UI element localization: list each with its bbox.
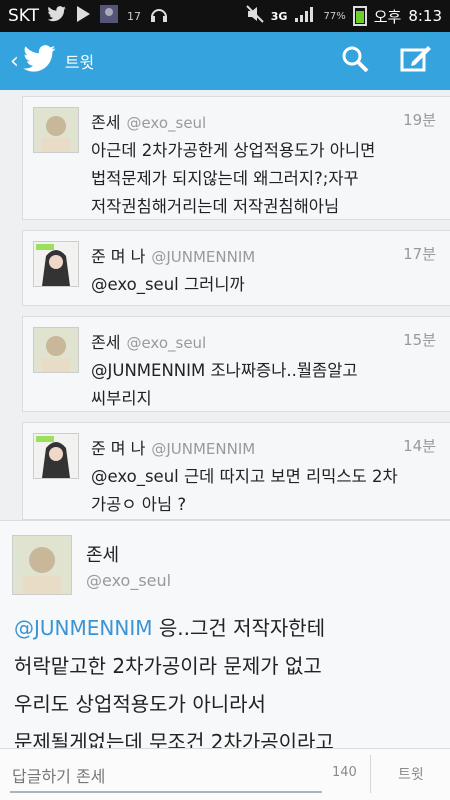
- battery-percent: 77%: [323, 10, 346, 22]
- page-title: 트윗: [64, 53, 95, 72]
- avatar[interactable]: [33, 241, 79, 287]
- character-count: 140: [332, 765, 357, 780]
- tweet-line: @JUNMENNIM 조나짜증나..뭘좀알고: [91, 361, 358, 380]
- tweet-line: 저작권침해거리는데 저작권침해아님: [91, 197, 340, 216]
- network-label: 3G: [270, 9, 288, 23]
- tweet-line: @exo_seul 그러니까: [91, 275, 245, 294]
- avatar[interactable]: [33, 327, 79, 373]
- tweet-line: 허락맡고한 2차가공이라 문제가 없고: [14, 654, 322, 678]
- tweet-author: 준 며 나 @JUNMENNIM: [91, 435, 255, 459]
- tweet-row[interactable]: 존세 @exo_seul 19분 아근데 2차가공한게 상업적용도가 아니면 법적…: [22, 96, 450, 220]
- author-handle: @JUNMENNIM: [151, 248, 256, 266]
- back-chevron-icon[interactable]: ‹: [10, 49, 19, 74]
- avatar[interactable]: [12, 535, 72, 595]
- reply-bar: 답글하기 존세 140 트윗: [0, 748, 450, 800]
- tweet-line: @exo_seul 근데 따지고 보면 리믹스도 2차: [91, 467, 398, 486]
- tweet-time: 14분: [403, 437, 436, 455]
- author-name[interactable]: 존세: [86, 541, 119, 567]
- divider: [370, 755, 371, 793]
- play-icon: [75, 5, 91, 27]
- author-name: 존세: [91, 333, 121, 352]
- battery-icon: [352, 6, 367, 26]
- tweet-send-button[interactable]: 트윗: [398, 764, 424, 784]
- avatar[interactable]: [33, 107, 79, 153]
- author-handle: @exo_seul: [126, 334, 207, 352]
- tweet-row[interactable]: 존세 @exo_seul 15분 @JUNMENNIM 조나짜증나..뭘좀알고 씨…: [22, 316, 450, 412]
- tweet-author: 존세 @exo_seul: [91, 329, 206, 353]
- mention-link[interactable]: @JUNMENNIM: [14, 616, 152, 640]
- tweet-line: 씨부리지: [91, 389, 152, 408]
- tweet-text: @exo_seul 근데 따지고 보면 리믹스도 2차 가공ㅇ 아님 ?: [91, 463, 441, 519]
- author-handle: @exo_seul: [126, 114, 207, 132]
- tweet-line: 가공ㅇ 아님 ?: [91, 495, 187, 514]
- tweet-author: 존세 @exo_seul: [91, 109, 206, 133]
- tweet-time: 17분: [403, 245, 436, 263]
- status-ampm: 오후: [373, 7, 402, 26]
- headphones-icon: [149, 5, 169, 27]
- tweet-line: 우리도 상업적용도가 아니라서: [14, 692, 266, 716]
- tweet-time: 19분: [403, 111, 436, 129]
- temperature-label: 17: [127, 9, 142, 23]
- avatar[interactable]: [33, 433, 79, 479]
- tweet-line: 아근데 2차가공한게 상업적용도가 아니면: [91, 141, 376, 160]
- tweet-line: @JUNMENNIM 응..그건 저작자한테: [14, 609, 444, 647]
- author-name: 존세: [91, 113, 121, 132]
- tweet-text: @JUNMENNIM 조나짜증나..뭘좀알고 씨부리지: [91, 357, 441, 413]
- compose-icon[interactable]: [400, 44, 432, 78]
- action-bar: ‹ 트윗: [0, 32, 450, 90]
- tweet-row[interactable]: 준 며 나 @JUNMENNIM 14분 @exo_seul 근데 따지고 보면 …: [22, 422, 450, 520]
- author-name: 준 며 나: [91, 439, 146, 458]
- conversation-list: 존세 @exo_seul 19분 아근데 2차가공한게 상업적용도가 아니면 법적…: [0, 96, 450, 520]
- twitter-logo-icon[interactable]: [23, 45, 57, 77]
- status-time: 8:13: [408, 7, 442, 25]
- app-thumbnail-icon: [99, 4, 119, 28]
- status-bar: SKT 17 3G 77% 오후 8:13: [0, 0, 450, 32]
- tweet-author: 준 며 나 @JUNMENNIM: [91, 243, 255, 267]
- focused-tweet: 존세 @exo_seul @JUNMENNIM 응..그건 저작자한테 허락맡고…: [0, 520, 450, 754]
- tweet-time: 15분: [403, 331, 436, 349]
- tweet-text: @JUNMENNIM 응..그건 저작자한테 허락맡고한 2차가공이라 문제가 …: [14, 609, 444, 761]
- author-name: 준 며 나: [91, 247, 146, 266]
- twitter-bird-icon: [47, 6, 67, 26]
- carrier-label: SKT: [8, 6, 40, 26]
- reply-input[interactable]: 답글하기 존세: [10, 755, 322, 793]
- tweet-row[interactable]: 준 며 나 @JUNMENNIM 17분 @exo_seul 그러니까: [22, 230, 450, 306]
- search-icon[interactable]: [340, 44, 370, 78]
- tweet-line-rest: 응..그건 저작자한테: [152, 616, 326, 640]
- mute-icon: [246, 5, 264, 27]
- signal-icon: [294, 5, 316, 27]
- tweet-text: 아근데 2차가공한게 상업적용도가 아니면 법적문제가 되지않는데 왜그러지?;…: [91, 137, 441, 221]
- tweet-line: 법적문제가 되지않는데 왜그러지?;자꾸: [91, 169, 359, 188]
- author-handle: @JUNMENNIM: [151, 440, 256, 458]
- author-handle[interactable]: @exo_seul: [86, 571, 171, 590]
- tweet-text: @exo_seul 그러니까: [91, 271, 441, 299]
